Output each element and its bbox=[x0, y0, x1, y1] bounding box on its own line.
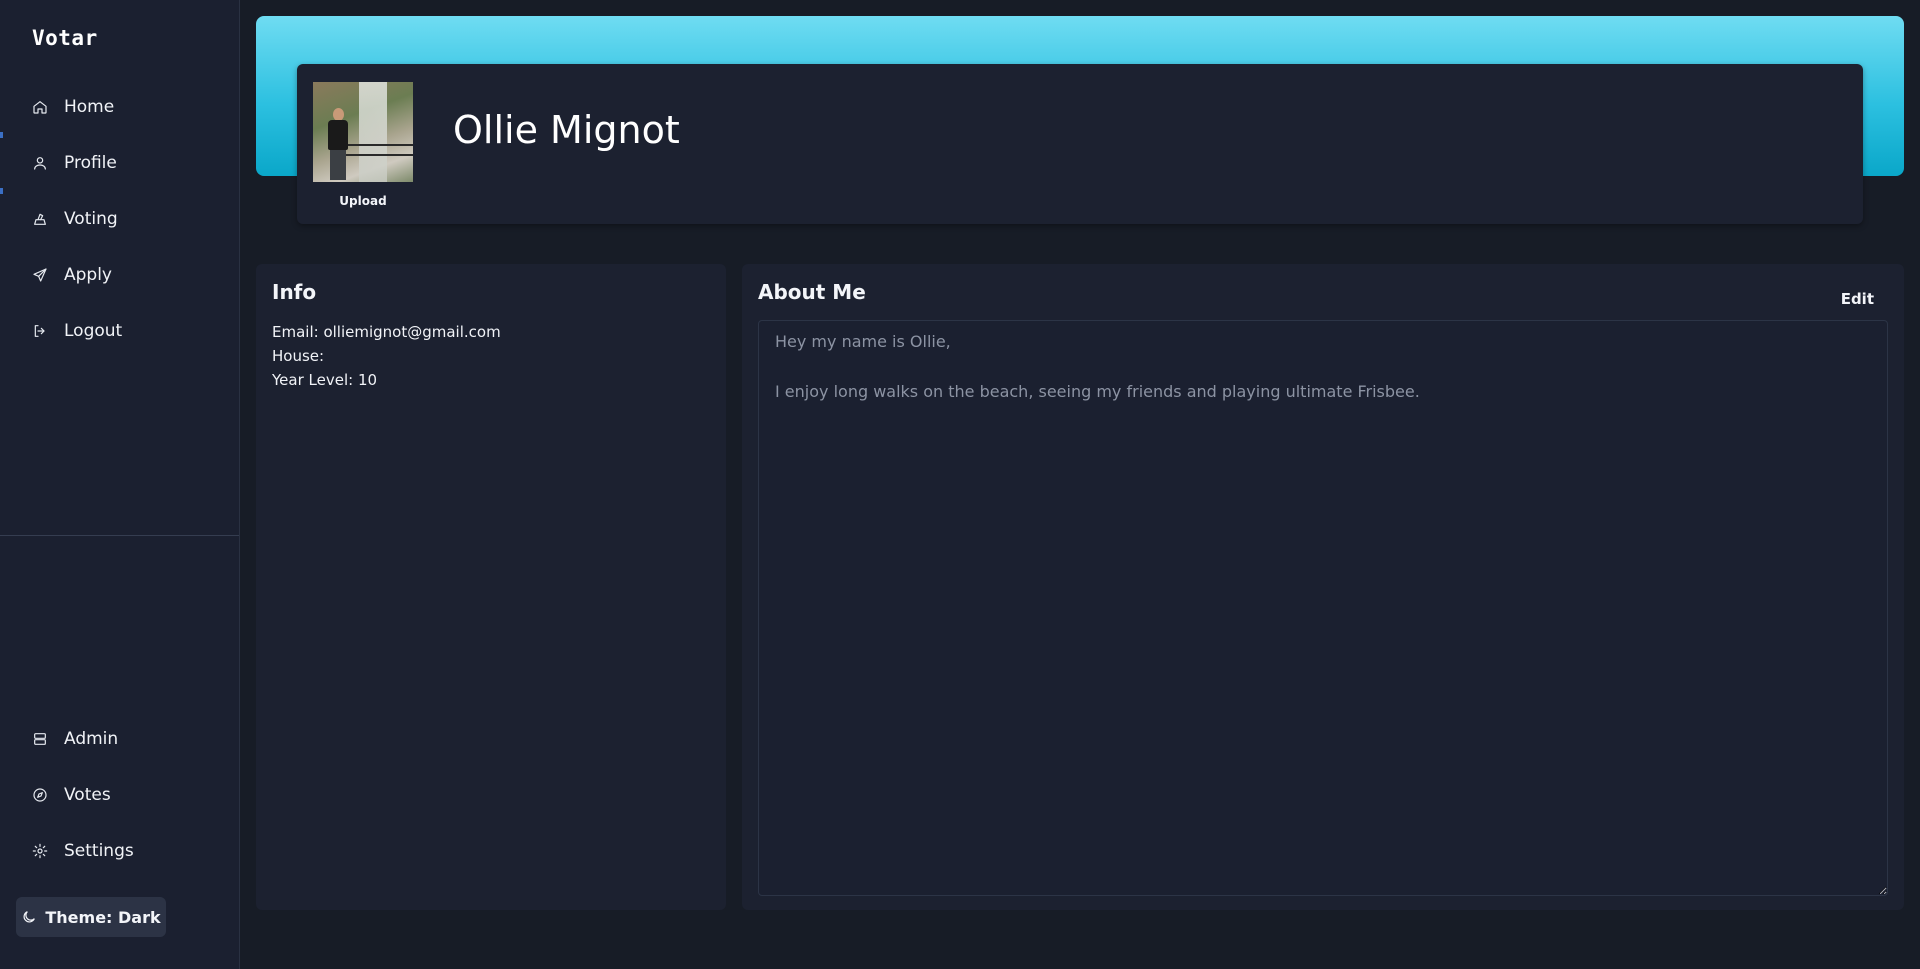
theme-button-label: Theme: Dark bbox=[45, 907, 161, 927]
profile-name: Ollie Mignot bbox=[453, 108, 680, 152]
moon-icon bbox=[23, 911, 36, 923]
sidebar-item-apply[interactable]: Apply bbox=[32, 261, 112, 289]
edit-button[interactable]: Edit bbox=[1841, 290, 1874, 308]
server-icon bbox=[34, 733, 46, 745]
info-house: House: bbox=[272, 347, 325, 365]
info-email: Email: olliemignot@gmail.com bbox=[272, 323, 501, 341]
sidebar-item-profile[interactable]: Profile bbox=[32, 149, 117, 177]
compass-icon bbox=[33, 788, 47, 802]
sidebar-item-label: Home bbox=[64, 97, 115, 117]
sidebar: Votar Home Profile Voting Apply Logout A… bbox=[0, 0, 240, 969]
sidebar-item-home[interactable]: Home bbox=[32, 93, 114, 121]
sidebar-item-label: Settings bbox=[64, 841, 134, 861]
home-icon bbox=[33, 101, 47, 114]
active-indicator-end bbox=[0, 188, 3, 194]
sidebar-item-label: Votes bbox=[64, 785, 111, 805]
active-indicator bbox=[0, 132, 3, 138]
info-panel: Info Email: olliemignot@gmail.com House:… bbox=[256, 264, 726, 910]
avatar[interactable] bbox=[313, 82, 413, 182]
info-year-level: Year Level: 10 bbox=[272, 371, 378, 389]
logout-icon bbox=[34, 325, 45, 337]
sidebar-divider bbox=[0, 535, 239, 536]
info-title: Info bbox=[272, 280, 317, 304]
sidebar-item-voting[interactable]: Voting bbox=[32, 205, 118, 233]
theme-toggle-button[interactable]: Theme: Dark bbox=[16, 897, 166, 937]
profile-header-card: Upload Ollie Mignot bbox=[297, 64, 1863, 224]
info-details: Email: olliemignot@gmail.com House: Year… bbox=[272, 320, 501, 392]
sidebar-item-label: Logout bbox=[64, 321, 123, 341]
sidebar-item-label: Apply bbox=[64, 265, 112, 285]
ballot-icon bbox=[34, 213, 46, 225]
sidebar-item-admin[interactable]: Admin bbox=[32, 725, 118, 753]
about-me-textarea[interactable]: Hey my name is Ollie, I enjoy long walks… bbox=[758, 320, 1888, 896]
gear-icon bbox=[32, 843, 48, 859]
sidebar-item-label: Voting bbox=[64, 209, 118, 229]
sidebar-item-settings[interactable]: Settings bbox=[32, 837, 134, 865]
sidebar-item-label: Admin bbox=[64, 729, 119, 749]
send-icon bbox=[33, 268, 47, 282]
user-icon bbox=[34, 157, 46, 170]
sidebar-item-label: Profile bbox=[64, 153, 117, 173]
upload-button[interactable]: Upload bbox=[313, 194, 413, 208]
about-title: About Me bbox=[758, 280, 866, 304]
about-panel: About Me Edit Hey my name is Ollie, I en… bbox=[742, 264, 1904, 910]
sidebar-item-votes[interactable]: Votes bbox=[32, 781, 111, 809]
sidebar-item-logout[interactable]: Logout bbox=[32, 317, 122, 345]
brand-logo[interactable]: Votar bbox=[32, 26, 98, 50]
